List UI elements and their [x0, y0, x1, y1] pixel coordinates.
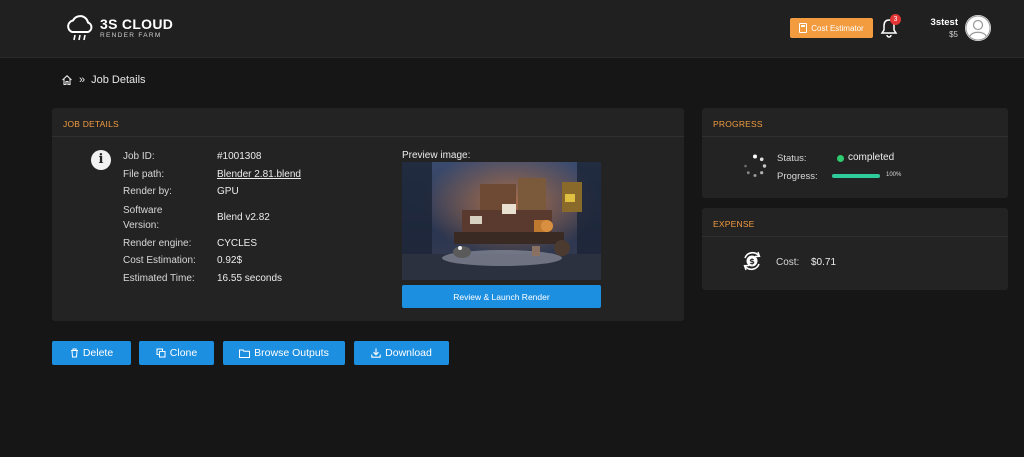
- user-name[interactable]: 3stest: [922, 17, 958, 28]
- cost-estimator-label: Cost Estimator: [811, 23, 864, 33]
- breadcrumb-current: Job Details: [91, 74, 146, 86]
- notification-badge: 3: [890, 14, 901, 25]
- cloud-rain-icon: [67, 15, 93, 41]
- logo-main-text: 3S CLOUD: [100, 15, 174, 32]
- cost-label: Cost:: [776, 257, 800, 268]
- review-launch-render-button[interactable]: Review & Launch Render: [402, 285, 601, 308]
- preview-image[interactable]: [402, 162, 601, 280]
- download-button[interactable]: Download: [354, 341, 449, 365]
- cost-estimator-button[interactable]: Cost Estimator: [790, 18, 873, 38]
- progress-percent-text: 100%: [886, 172, 902, 178]
- delete-label: Delete: [82, 347, 114, 359]
- software-version-value: Blend v2.82: [217, 212, 270, 223]
- estimated-time-label: Estimated Time:: [123, 273, 195, 284]
- progress-title: PROGRESS: [713, 119, 763, 129]
- info-icon: i: [91, 150, 111, 170]
- delete-button[interactable]: Delete: [52, 341, 131, 365]
- expense-title: EXPENSE: [713, 219, 755, 229]
- breadcrumb-separator: »: [79, 74, 86, 86]
- job-id-label: Job ID:: [123, 151, 155, 162]
- render-by-value: GPU: [217, 186, 239, 197]
- render-engine-label: Render engine:: [123, 238, 192, 249]
- job-details-title: JOB DETAILS: [63, 119, 119, 129]
- progress-bar-fill: [832, 174, 880, 178]
- home-icon[interactable]: [61, 74, 73, 86]
- preview-label: Preview image:: [402, 150, 471, 161]
- logo-sub-text: RENDER FARM: [100, 31, 162, 39]
- clone-label: Clone: [169, 347, 198, 359]
- dollar-refresh-icon: $: [743, 251, 761, 271]
- browse-outputs-label: Browse Outputs: [254, 347, 329, 359]
- spinner-icon: [744, 154, 767, 177]
- svg-text:$: $: [749, 257, 755, 266]
- user-balance: $5: [949, 30, 958, 39]
- status-label: Status:: [777, 153, 807, 164]
- progress-bar: [832, 174, 880, 178]
- status-indicator-dot: [837, 155, 844, 162]
- status-value: completed: [848, 152, 895, 163]
- logo[interactable]: 3S CLOUD RENDER FARM: [64, 14, 173, 42]
- breadcrumb: » Job Details: [61, 74, 146, 86]
- cost-estimation-value: 0.92$: [217, 255, 243, 266]
- file-path-value: Blender 2.81.blend: [217, 169, 301, 180]
- progress-label: Progress:: [777, 171, 818, 182]
- download-label: Download: [385, 347, 432, 359]
- render-preview-picture: [402, 162, 601, 280]
- user-icon: [965, 15, 991, 41]
- calculator-icon: [799, 23, 808, 33]
- render-by-label: Render by:: [123, 186, 172, 197]
- folder-icon: [239, 349, 251, 358]
- render-engine-value: CYCLES: [217, 238, 258, 249]
- download-icon: [371, 348, 381, 358]
- browse-outputs-button[interactable]: Browse Outputs: [223, 341, 345, 365]
- file-path-link[interactable]: Blender 2.81.blend: [217, 169, 301, 180]
- trash-icon: [70, 348, 78, 358]
- avatar[interactable]: [965, 15, 991, 41]
- divider: [52, 136, 684, 137]
- cost-value: $0.71: [811, 257, 837, 268]
- software-version-label-line2: Version:: [123, 220, 160, 231]
- software-version-label-line1: Software: [123, 205, 163, 216]
- divider: [702, 136, 1008, 137]
- estimated-time-value: 16.55 seconds: [217, 273, 283, 284]
- divider: [702, 236, 1008, 237]
- file-path-label: File path:: [123, 169, 165, 180]
- copy-icon: [156, 348, 166, 358]
- job-id-value: #1001308: [217, 151, 262, 162]
- cost-estimation-label: Cost Estimation:: [123, 255, 196, 266]
- clone-button[interactable]: Clone: [139, 341, 214, 365]
